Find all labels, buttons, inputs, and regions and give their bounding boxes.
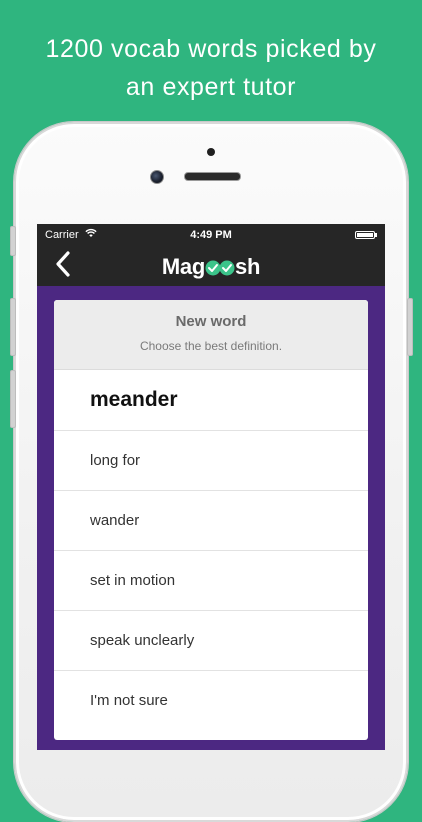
answer-option[interactable]: long for — [54, 431, 368, 491]
answer-option[interactable]: wander — [54, 491, 368, 551]
phone-volume-down — [10, 370, 16, 428]
battery-icon — [355, 231, 377, 239]
answer-option-label: I'm not sure — [90, 692, 168, 709]
quiz-header: New word Choose the best definition. — [54, 300, 368, 370]
answer-option[interactable]: speak unclearly — [54, 611, 368, 671]
phone-power-button — [407, 298, 413, 356]
vocab-word: meander — [90, 388, 178, 411]
not-sure-option[interactable]: I'm not sure — [54, 671, 368, 730]
vocab-word-row: meander — [54, 370, 368, 431]
status-time: 4:49 PM — [190, 229, 232, 241]
earpiece-speaker — [184, 172, 241, 181]
promo-headline: 1200 vocab words picked by an expert tut… — [0, 30, 422, 106]
headline-line-2: an expert tutor — [125, 73, 297, 101]
answer-option-label: long for — [90, 452, 141, 469]
status-bar: Carrier 4:49 PM — [37, 224, 385, 246]
magoosh-logo: Mag sh — [37, 251, 385, 282]
answer-option-label: speak unclearly — [90, 632, 195, 649]
quiz-instruction: Choose the best definition. — [139, 339, 283, 353]
answer-option-label: wander — [90, 512, 140, 529]
answer-option-label: set in motion — [90, 572, 176, 589]
logo-text-right: sh — [235, 254, 261, 280]
quiz-card: New word Choose the best definition. mea… — [54, 300, 368, 740]
phone-volume-up — [10, 298, 16, 356]
logo-text-left: Mag — [161, 254, 206, 280]
proximity-sensor — [207, 148, 215, 156]
nav-bar: Mag sh — [37, 246, 385, 286]
headline-line-1: 1200 vocab words picked by — [45, 35, 377, 63]
front-camera — [150, 170, 164, 184]
answer-option[interactable]: set in motion — [54, 551, 368, 611]
phone-mute-switch — [10, 226, 16, 256]
quiz-title: New word — [175, 313, 247, 330]
phone-screen: Carrier 4:49 PM Mag sh New word Choose t… — [37, 224, 385, 750]
logo-check-icon — [205, 254, 235, 279]
